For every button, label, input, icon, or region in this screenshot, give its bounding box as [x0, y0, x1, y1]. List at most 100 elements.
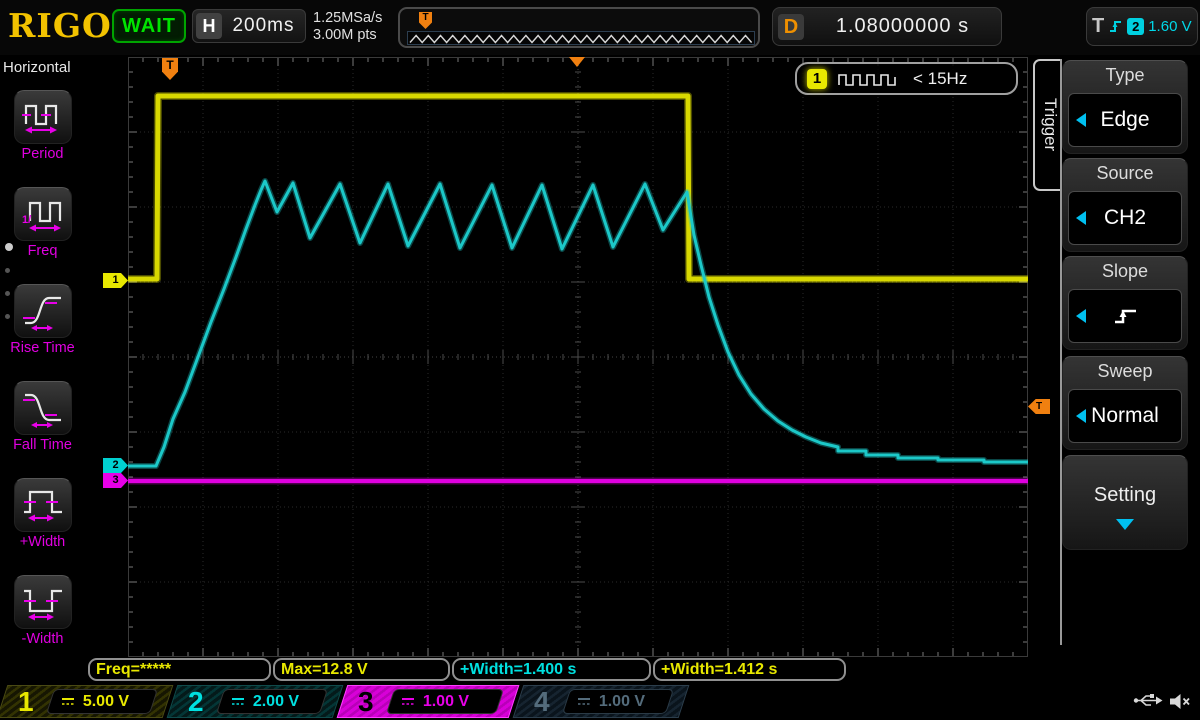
freq-icon: 1/: [14, 187, 72, 241]
measure-fall-time-label: Fall Time: [0, 437, 85, 453]
trigger-source-badge: 2: [1127, 18, 1144, 35]
sidebar-title: Horizontal: [3, 59, 71, 76]
trigger-frequency-value: < 15Hz: [913, 69, 967, 89]
dc-coupling-icon: [577, 697, 591, 706]
source-label: Source: [1063, 163, 1187, 184]
measure-rise-time-label: Rise Time: [0, 340, 85, 356]
left-arrow-icon: [1076, 409, 1086, 423]
measure-period-label: Period: [0, 146, 85, 162]
dc-coupling-icon: [231, 697, 245, 706]
speaker-muted-icon[interactable]: [1168, 692, 1192, 711]
channel3-status-selected[interactable]: 3 1.00 V: [342, 685, 514, 718]
menu-tab-trigger: Trigger: [1033, 59, 1060, 191]
rising-edge-icon: [1108, 19, 1123, 34]
source-value-ch2[interactable]: CH2: [1068, 191, 1182, 245]
channel1-status[interactable]: 1 5.00 V: [2, 685, 168, 718]
measure-rise-time-button[interactable]: Rise Time: [0, 284, 85, 356]
channel4-number: 4: [534, 685, 550, 718]
trigger-level-value: 1.60 V: [1148, 18, 1191, 35]
type-value-edge[interactable]: Edge: [1068, 93, 1182, 147]
left-arrow-icon: [1076, 211, 1086, 225]
trigger-readout[interactable]: T 2 1.60 V: [1086, 7, 1198, 46]
channel2-ground-marker[interactable]: 2: [103, 458, 128, 473]
channel4-status[interactable]: 4 1.00 V: [518, 685, 684, 718]
record-strip: [407, 31, 755, 45]
sweep-label: Sweep: [1063, 361, 1187, 382]
measure-neg-width-button[interactable]: -Width: [0, 575, 85, 647]
measurement-pos-width-ch1[interactable]: +Width=1.412 s: [653, 658, 846, 681]
t-label: T: [1092, 15, 1104, 38]
channel3-scale-box: 1.00 V: [386, 689, 504, 714]
dc-coupling-icon: [61, 697, 75, 706]
measure-freq-label: Freq: [0, 243, 85, 259]
trigger-slope-section[interactable]: Slope: [1062, 256, 1188, 350]
left-arrow-icon: [1076, 309, 1086, 323]
channel1-scale: 5.00 V: [83, 693, 129, 711]
trigger-menu: Trigger Type Edge Source CH2 Slope: [1030, 55, 1200, 660]
scope-display: 1 < 15Hz T T 1 2 3: [128, 57, 1028, 657]
trigger-source-section[interactable]: Source CH2: [1062, 158, 1188, 252]
measure-neg-width-label: -Width: [0, 631, 85, 647]
rise-time-icon: [14, 284, 72, 338]
channel-status-bar: 1 5.00 V 2 2.00 V 3 1.00 V 4: [0, 683, 1200, 720]
delay-value: 1.08000000 s: [804, 15, 1001, 38]
channel1-number: 1: [18, 685, 34, 718]
delay-readout[interactable]: D 1.08000000 s: [772, 7, 1002, 46]
channel4-scale-box: 1.00 V: [562, 689, 674, 714]
trigger-frequency-box: 1 < 15Hz: [795, 62, 1018, 95]
channel3-number: 3: [358, 685, 374, 718]
scroll-dot: [5, 268, 10, 273]
trigger-setting-button[interactable]: Setting: [1062, 455, 1188, 550]
measure-sidebar: Horizontal Period 1/ Freq Rise Time: [0, 55, 85, 660]
slope-label: Slope: [1063, 261, 1187, 282]
measurement-max[interactable]: Max=12.8 V: [273, 658, 450, 681]
measure-period-button[interactable]: Period: [0, 90, 85, 162]
top-bar: RIGOL WAIT H 200ms 1.25MSa/s 3.00M pts T…: [0, 0, 1200, 55]
sweep-value-normal[interactable]: Normal: [1068, 389, 1182, 443]
left-arrow-icon: [1076, 113, 1086, 127]
channel3-ground-marker[interactable]: 3: [103, 473, 128, 488]
channel2-scale-box: 2.00 V: [216, 689, 328, 714]
h-label: H: [196, 13, 222, 39]
horizontal-timebase-box[interactable]: H 200ms: [192, 9, 306, 43]
oscilloscope-screen: RIGOL WAIT H 200ms 1.25MSa/s 3.00M pts T…: [0, 0, 1200, 720]
minus-width-icon: [14, 575, 72, 629]
plus-width-icon: [14, 478, 72, 532]
chevron-down-icon: [1116, 519, 1134, 530]
waveform-preview[interactable]: T: [398, 7, 760, 48]
measurement-freq[interactable]: Freq=*****: [88, 658, 271, 681]
trigger-type-section[interactable]: Type Edge: [1062, 60, 1188, 154]
channel2-scale: 2.00 V: [253, 693, 299, 711]
measure-pos-width-label: +Width: [0, 534, 85, 550]
usb-icon: [1132, 692, 1164, 709]
channel3-scale: 1.00 V: [423, 693, 469, 711]
trigger-sweep-section[interactable]: Sweep Normal: [1062, 356, 1188, 450]
channel2-status[interactable]: 2 2.00 V: [172, 685, 338, 718]
rising-edge-slope-icon: [1111, 305, 1139, 327]
run-status-badge[interactable]: WAIT: [112, 9, 186, 43]
channel4-scale: 1.00 V: [599, 693, 645, 711]
setting-label: Setting: [1063, 484, 1187, 507]
type-label: Type: [1063, 65, 1187, 86]
preview-wave-icon: [410, 36, 752, 43]
d-label: D: [778, 14, 804, 40]
trigger-source-indicator: 1: [807, 69, 827, 89]
dc-coupling-icon: [401, 697, 415, 706]
channel1-scale-box: 5.00 V: [46, 689, 158, 714]
channel2-number: 2: [188, 685, 204, 718]
acquisition-readout: 1.25MSa/s 3.00M pts: [313, 10, 382, 44]
sample-rate: 1.25MSa/s: [313, 10, 382, 27]
period-icon: [14, 90, 72, 144]
measurement-pos-width-ch2[interactable]: +Width=1.400 s: [452, 658, 651, 681]
measure-pos-width-button[interactable]: +Width: [0, 478, 85, 550]
memory-depth: 3.00M pts: [313, 27, 382, 44]
measure-fall-time-button[interactable]: Fall Time: [0, 381, 85, 453]
fall-time-icon: [14, 381, 72, 435]
trigger-position-flag-small: T: [419, 12, 432, 29]
pulse-train-icon: [837, 70, 903, 88]
measure-freq-button[interactable]: 1/ Freq: [0, 187, 85, 259]
channel1-ground-marker[interactable]: 1: [103, 273, 128, 288]
svg-text:1/: 1/: [22, 214, 31, 226]
slope-value-rising[interactable]: [1068, 289, 1182, 343]
timebase-value: 200ms: [222, 15, 305, 37]
